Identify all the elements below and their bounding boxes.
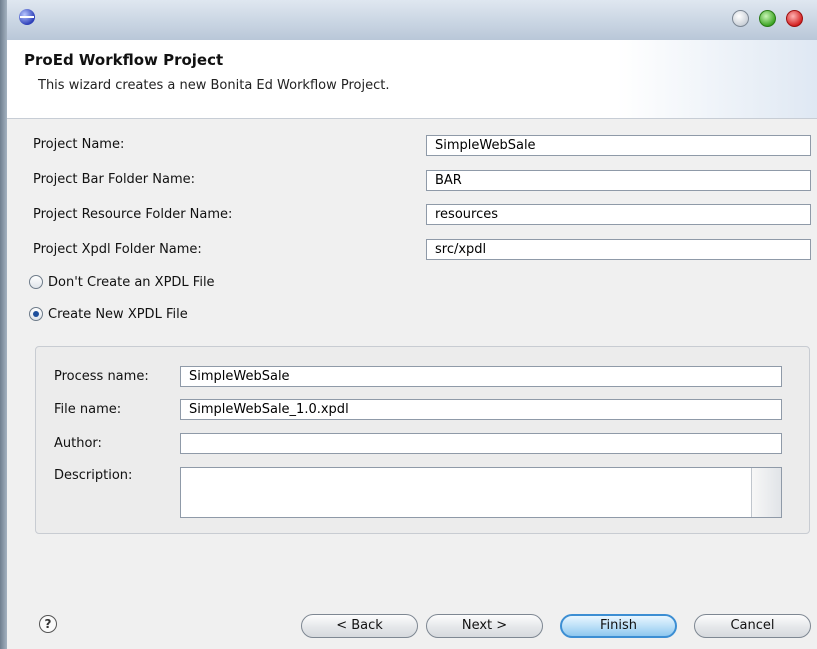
maximize-icon[interactable] bbox=[759, 10, 776, 27]
project-resource-folder-input[interactable]: resources bbox=[426, 204, 811, 225]
dont-create-xpdl-radio[interactable] bbox=[29, 275, 43, 289]
project-xpdl-folder-label: Project Xpdl Folder Name: bbox=[33, 242, 202, 257]
create-new-xpdl-option[interactable]: Create New XPDL File bbox=[29, 304, 188, 324]
project-bar-folder-label: Project Bar Folder Name: bbox=[33, 172, 196, 187]
close-icon[interactable] bbox=[786, 10, 803, 27]
finish-button[interactable]: Finish bbox=[560, 614, 677, 638]
author-label: Author: bbox=[54, 436, 102, 451]
dont-create-xpdl-option[interactable]: Don't Create an XPDL File bbox=[29, 272, 215, 292]
eclipse-icon bbox=[19, 9, 35, 25]
create-new-xpdl-label: Create New XPDL File bbox=[48, 306, 188, 322]
cancel-button[interactable]: Cancel bbox=[694, 614, 811, 638]
file-name-label: File name: bbox=[54, 402, 122, 417]
back-button[interactable]: < Back bbox=[301, 614, 418, 638]
wizard-banner: ProEd Workflow Project This wizard creat… bbox=[7, 40, 817, 119]
file-name-input[interactable]: SimpleWebSale_1.0.xpdl bbox=[180, 399, 782, 420]
minimize-icon[interactable] bbox=[732, 10, 749, 27]
author-input[interactable] bbox=[180, 433, 782, 454]
description-scrollbar[interactable] bbox=[751, 468, 781, 517]
process-name-input[interactable]: SimpleWebSale bbox=[180, 366, 782, 387]
next-button[interactable]: Next > bbox=[426, 614, 543, 638]
dont-create-xpdl-label: Don't Create an XPDL File bbox=[48, 274, 215, 290]
create-new-xpdl-radio[interactable] bbox=[29, 307, 43, 321]
project-xpdl-folder-input[interactable]: src/xpdl bbox=[426, 239, 811, 260]
banner-graphic bbox=[617, 40, 817, 118]
help-icon[interactable]: ? bbox=[39, 615, 57, 633]
project-name-input[interactable]: SimpleWebSale bbox=[426, 135, 811, 156]
project-bar-folder-input[interactable]: BAR bbox=[426, 170, 811, 191]
process-name-label: Process name: bbox=[54, 369, 149, 384]
description-textarea[interactable] bbox=[180, 467, 782, 518]
description-label: Description: bbox=[54, 468, 133, 483]
wizard-title: ProEd Workflow Project bbox=[24, 51, 224, 69]
project-name-label: Project Name: bbox=[33, 137, 125, 152]
wizard-window: ProEd Workflow Project This wizard creat… bbox=[0, 0, 817, 649]
title-bar[interactable] bbox=[7, 0, 817, 40]
window-left-edge bbox=[0, 0, 7, 649]
wizard-description: This wizard creates a new Bonita Ed Work… bbox=[38, 78, 390, 93]
project-resource-folder-label: Project Resource Folder Name: bbox=[33, 207, 233, 222]
